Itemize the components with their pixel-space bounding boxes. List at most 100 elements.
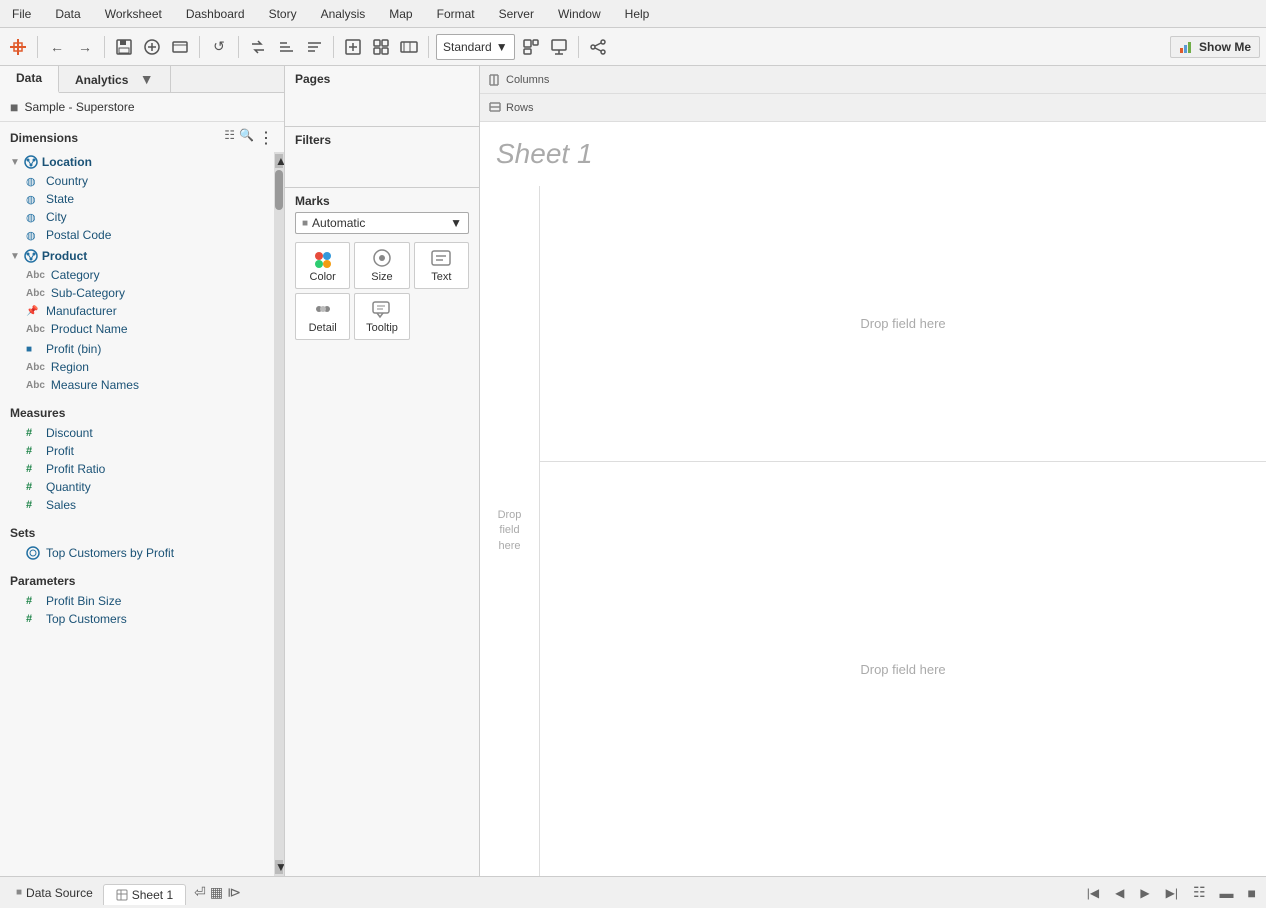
add-dimension-icon[interactable]: ⋮ bbox=[258, 128, 274, 148]
marks-text-button[interactable]: Text bbox=[414, 242, 469, 289]
product-group-header[interactable]: ▼ Product bbox=[0, 246, 272, 266]
scroll-down-btn[interactable]: ▼ bbox=[275, 860, 283, 874]
abc-icon-2: Abc bbox=[26, 288, 45, 299]
paperclip-icon: 📌 bbox=[26, 306, 40, 317]
tooltip-icon bbox=[370, 299, 394, 319]
field-manufacturer[interactable]: 📌 Manufacturer bbox=[0, 302, 272, 320]
search-icon[interactable]: 🔍 bbox=[239, 128, 254, 148]
tab-data[interactable]: Data bbox=[0, 66, 59, 93]
new-story-tab-button[interactable]: ⧐ bbox=[227, 884, 241, 901]
field-profit[interactable]: # Profit bbox=[0, 442, 260, 460]
sort-descending-button[interactable] bbox=[302, 35, 326, 59]
menu-help[interactable]: Help bbox=[621, 5, 654, 23]
hash-icon-5: # bbox=[26, 499, 40, 511]
show-me-button[interactable]: Show Me bbox=[1170, 36, 1260, 58]
back-button[interactable]: ← bbox=[45, 35, 69, 59]
left-drop-zone[interactable]: Dropfieldhere bbox=[480, 186, 540, 876]
menu-map[interactable]: Map bbox=[385, 5, 416, 23]
new-sheet-button[interactable]: ⏎ bbox=[194, 884, 206, 901]
field-city[interactable]: ◍ City bbox=[0, 208, 272, 226]
save-button[interactable] bbox=[112, 35, 136, 59]
rows-label: Rows bbox=[488, 101, 568, 115]
standard-dropdown[interactable]: Standard ▼ bbox=[436, 34, 515, 60]
canvas-area: Columns Rows bbox=[480, 66, 1266, 876]
menu-server[interactable]: Server bbox=[495, 5, 538, 23]
field-state[interactable]: ◍ State bbox=[0, 190, 272, 208]
field-sub-category[interactable]: Abc Sub-Category bbox=[0, 284, 272, 302]
field-profit-bin-size[interactable]: # Profit Bin Size bbox=[0, 592, 272, 610]
menu-format[interactable]: Format bbox=[433, 5, 479, 23]
field-category[interactable]: Abc Category bbox=[0, 266, 272, 284]
tab-analytics[interactable]: Analytics ▼ bbox=[59, 66, 171, 92]
field-measure-names[interactable]: Abc Measure Names bbox=[0, 376, 272, 394]
marks-size-button[interactable]: Size bbox=[354, 242, 409, 289]
share-button[interactable] bbox=[586, 35, 610, 59]
field-profit-ratio[interactable]: # Profit Ratio bbox=[0, 460, 260, 478]
nav-next-button[interactable]: ▶ bbox=[1135, 883, 1154, 903]
marks-grid: Color Size bbox=[295, 242, 469, 340]
present-button[interactable] bbox=[547, 35, 571, 59]
new-story-button[interactable] bbox=[397, 35, 421, 59]
menu-story[interactable]: Story bbox=[265, 5, 301, 23]
field-top-customers-param[interactable]: # Top Customers bbox=[0, 610, 272, 628]
new-worksheet-button[interactable] bbox=[341, 35, 365, 59]
undo-button[interactable]: ↺ bbox=[207, 35, 231, 59]
tableau-logo-icon[interactable] bbox=[6, 35, 30, 59]
marks-color-button[interactable]: Color bbox=[295, 242, 350, 289]
new-dashboard-button[interactable] bbox=[369, 35, 393, 59]
sheet1-tab[interactable]: Sheet 1 bbox=[103, 884, 186, 905]
fix-axes-button[interactable] bbox=[519, 35, 543, 59]
marks-section: Marks ■ Automatic ▼ bbox=[285, 188, 479, 346]
marks-tooltip-button[interactable]: Tooltip bbox=[354, 293, 409, 340]
hash-icon-2: # bbox=[26, 445, 40, 457]
field-discount[interactable]: # Discount bbox=[0, 424, 260, 442]
location-label: Location bbox=[42, 155, 92, 169]
marks-type-dropdown[interactable]: ■ Automatic ▼ bbox=[295, 212, 469, 234]
parameters-label: Parameters bbox=[10, 574, 75, 588]
product-group: ▼ Product Abc Category Abc Sub-Category … bbox=[0, 246, 272, 338]
scroll-up-btn[interactable]: ▲ bbox=[275, 154, 283, 168]
sort-ascending-button[interactable] bbox=[274, 35, 298, 59]
field-profit-bin[interactable]: ■ Profit (bin) bbox=[0, 340, 272, 358]
auto-mark-icon: ■ bbox=[302, 218, 308, 229]
field-region[interactable]: Abc Region bbox=[0, 358, 272, 376]
nav-first-button[interactable]: |◀ bbox=[1082, 883, 1104, 903]
bottom-drop-label: Drop field here bbox=[860, 662, 945, 677]
marks-label: Marks bbox=[295, 194, 469, 208]
set-icon bbox=[26, 546, 40, 560]
menu-file[interactable]: File bbox=[8, 5, 35, 23]
menu-dashboard[interactable]: Dashboard bbox=[182, 5, 249, 23]
abc-icon: Abc bbox=[26, 270, 45, 281]
nav-last-button[interactable]: ▶| bbox=[1161, 883, 1183, 903]
new-dashboard-tab-button[interactable]: ▦ bbox=[210, 884, 223, 901]
menu-data[interactable]: Data bbox=[51, 5, 84, 23]
param-hash-icon: # bbox=[26, 595, 40, 607]
connect-data-button[interactable] bbox=[168, 35, 192, 59]
scrollbar-thumb[interactable] bbox=[275, 170, 283, 210]
field-country[interactable]: ◍ Country bbox=[0, 172, 272, 190]
view-grid-button[interactable]: ☷ bbox=[1189, 882, 1210, 903]
bottom-drop-zone[interactable]: Drop field here bbox=[540, 462, 1266, 876]
new-datasource-button[interactable] bbox=[140, 35, 164, 59]
nav-prev-button[interactable]: ◀ bbox=[1110, 883, 1129, 903]
marks-detail-button[interactable]: Detail bbox=[295, 293, 350, 340]
menu-worksheet[interactable]: Worksheet bbox=[101, 5, 166, 23]
top-drop-zone[interactable]: Drop field here bbox=[540, 186, 1266, 462]
field-top-customers[interactable]: Top Customers by Profit bbox=[0, 544, 272, 562]
view-expand-button[interactable]: ■ bbox=[1244, 883, 1260, 903]
data-source-tab[interactable]: ■ Data Source bbox=[6, 882, 103, 904]
analytics-dropdown-icon[interactable]: ▼ bbox=[140, 71, 154, 87]
location-group-header[interactable]: ▼ Location bbox=[0, 152, 272, 172]
menu-window[interactable]: Window bbox=[554, 5, 605, 23]
field-product-name[interactable]: Abc Product Name bbox=[0, 320, 272, 338]
field-quantity[interactable]: # Quantity bbox=[0, 478, 260, 496]
forward-button[interactable]: → bbox=[73, 35, 97, 59]
view-list-button[interactable]: ▬ bbox=[1216, 883, 1238, 903]
color-dots-icon bbox=[311, 248, 335, 268]
field-postal-code[interactable]: ◍ Postal Code bbox=[0, 226, 272, 244]
field-sales[interactable]: # Sales bbox=[0, 496, 260, 514]
swap-axes-button[interactable] bbox=[246, 35, 270, 59]
menu-analysis[interactable]: Analysis bbox=[317, 5, 370, 23]
data-source-item[interactable]: ■ Sample - Superstore bbox=[0, 93, 284, 122]
grid-view-icon[interactable]: ☷ bbox=[224, 128, 235, 148]
